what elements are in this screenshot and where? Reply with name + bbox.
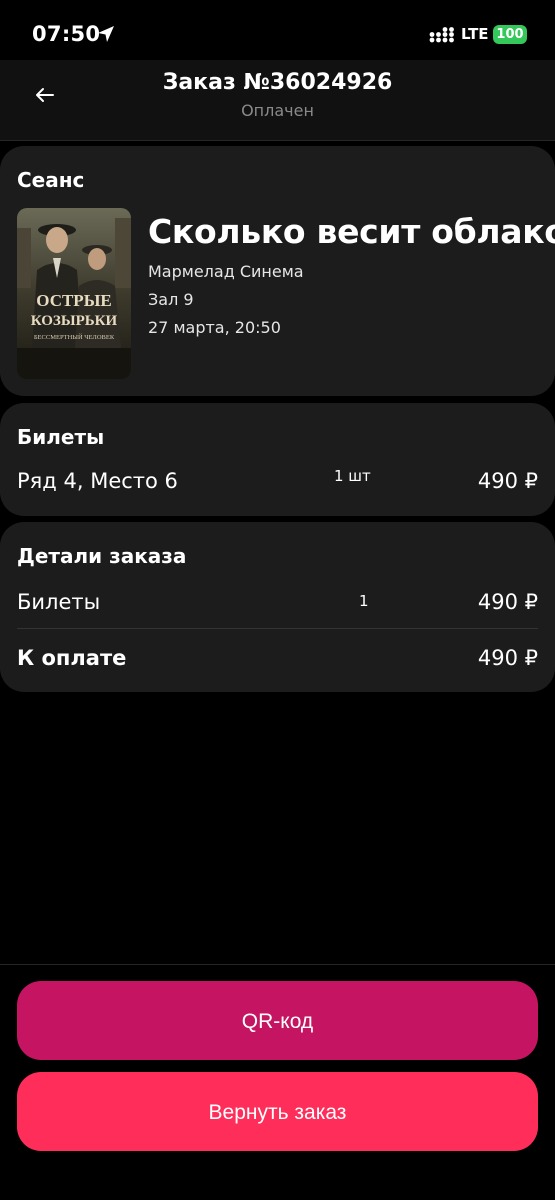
status-time: 07:50 <box>32 22 101 46</box>
cinema-name: Мармелад Синема <box>148 262 304 281</box>
tickets-section-title: Билеты <box>17 425 105 449</box>
page-title: Заказ №36024926 <box>162 70 393 95</box>
qr-code-button[interactable]: QR-код <box>17 981 538 1060</box>
divider <box>0 964 555 965</box>
movie-poster: ОСТРЫЕ КОЗЫРЬКИ БЕССМЕРТНЫЙ ЧЕЛОВЕК <box>17 208 131 379</box>
order-details-card: Детали заказа Билеты 1 490 ₽ К оплате 49… <box>0 522 555 692</box>
ticket-price: 490 ₽ <box>477 469 538 493</box>
refund-order-button[interactable]: Вернуть заказ <box>17 1072 538 1151</box>
details-tickets-label: Билеты <box>17 590 101 614</box>
poster-subtitle: БЕССМЕРТНЫЙ ЧЕЛОВЕК <box>34 333 115 341</box>
order-details-section-title: Детали заказа <box>17 544 187 568</box>
details-tickets-quantity: 1 <box>359 592 369 610</box>
hall-name: Зал 9 <box>148 290 194 309</box>
session-section-title: Сеанс <box>17 168 85 192</box>
poster-title-line2: КОЗЫРЬКИ <box>31 313 118 329</box>
order-header: Заказ №36024926 Оплачен <box>0 60 555 141</box>
poster-title-line1: ОСТРЫЕ <box>36 291 111 310</box>
total-price: 490 ₽ <box>477 646 538 670</box>
details-tickets-price: 490 ₽ <box>477 590 538 614</box>
location-arrow-icon <box>96 24 116 44</box>
signal-icon <box>429 27 455 44</box>
movie-title: Сколько весит облако <box>148 212 555 251</box>
order-status: Оплачен <box>241 101 314 120</box>
battery-indicator: 100 <box>493 25 527 44</box>
ticket-quantity: 1 шт <box>334 467 371 485</box>
session-datetime: 27 марта, 20:50 <box>148 318 281 337</box>
tickets-card: Билеты Ряд 4, Место 6 1 шт 490 ₽ <box>0 403 555 516</box>
ticket-seat: Ряд 4, Место 6 <box>17 469 178 493</box>
network-type: LTE <box>461 25 489 43</box>
session-card: Сеанс ОСТРЫЕ КОЗЫРЬКИ БЕССМЕРТНЫЙ ЧЕЛОВЕ… <box>0 146 555 396</box>
divider <box>17 628 538 629</box>
total-label: К оплате <box>17 646 127 670</box>
